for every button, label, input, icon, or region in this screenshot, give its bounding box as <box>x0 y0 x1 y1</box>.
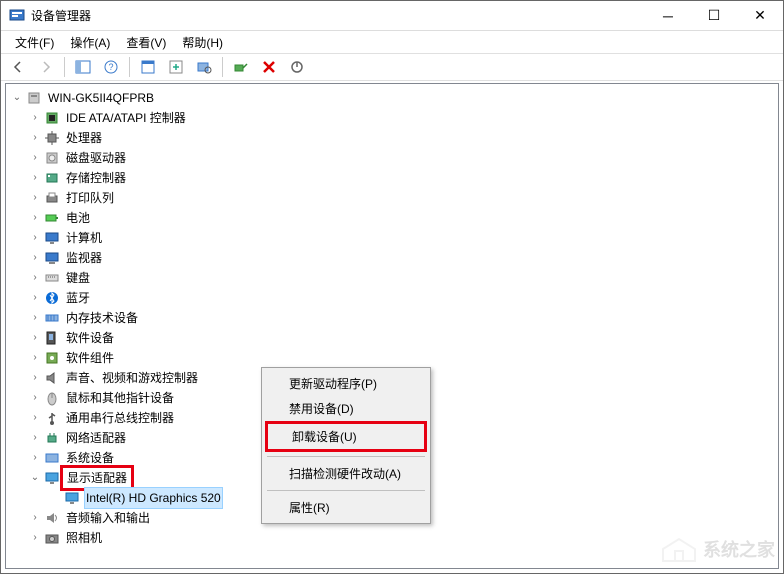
menu-bar: 文件(F) 操作(A) 查看(V) 帮助(H) <box>1 31 783 53</box>
tree-node-label: 软件设备 <box>64 327 116 349</box>
display-icon <box>44 470 60 486</box>
context-uninstall-device[interactable]: 卸载设备(U) <box>265 421 427 452</box>
uninstall-device-button[interactable] <box>257 55 281 79</box>
tree-node-label: 通用串行总线控制器 <box>64 407 176 429</box>
tree-node[interactable]: ›IDE ATA/ATAPI 控制器 <box>6 108 778 128</box>
tree-node-label: 监视器 <box>64 247 104 269</box>
tree-node[interactable]: ›软件设备 <box>6 328 778 348</box>
tree-node[interactable]: ›软件组件 <box>6 348 778 368</box>
chip-icon <box>44 110 60 126</box>
usb-icon <box>44 410 60 426</box>
menu-view[interactable]: 查看(V) <box>118 32 174 53</box>
tree-node-label: 键盘 <box>64 267 92 289</box>
tree-node-label: IDE ATA/ATAPI 控制器 <box>64 107 188 129</box>
tree-node[interactable]: ›磁盘驱动器 <box>6 148 778 168</box>
computer-icon <box>44 230 60 246</box>
memory-icon <box>44 310 60 326</box>
software-icon <box>44 330 60 346</box>
back-button[interactable] <box>6 55 30 79</box>
tree-node-label: 网络适配器 <box>64 427 128 449</box>
bluetooth-icon <box>44 290 60 306</box>
tree-node-label: 计算机 <box>64 227 104 249</box>
tree-child-label: Intel(R) HD Graphics 520 <box>84 487 223 509</box>
app-icon <box>9 8 25 24</box>
tree-root[interactable]: ⌄WIN-GK5II4QFPRB <box>6 88 778 108</box>
tree-node[interactable]: ›处理器 <box>6 128 778 148</box>
tree-node[interactable]: ›电池 <box>6 208 778 228</box>
storage-icon <box>44 170 60 186</box>
system-icon <box>44 450 60 466</box>
context-properties[interactable]: 属性(R) <box>265 495 427 520</box>
tree-node-label: 存储控制器 <box>64 167 128 189</box>
menu-help[interactable]: 帮助(H) <box>174 32 231 53</box>
context-menu: 更新驱动程序(P) 禁用设备(D) 卸载设备(U) 扫描检测硬件改动(A) 属性… <box>261 367 431 524</box>
computer-icon <box>26 90 42 106</box>
network-icon <box>44 430 60 446</box>
sound-icon <box>44 370 60 386</box>
context-disable-device[interactable]: 禁用设备(D) <box>265 396 427 421</box>
tree-node-label: 蓝牙 <box>64 287 92 309</box>
keyboard-icon <box>44 270 60 286</box>
tree-node[interactable]: ›存储控制器 <box>6 168 778 188</box>
printer-icon <box>44 190 60 206</box>
tree-node[interactable]: ›内存技术设备 <box>6 308 778 328</box>
tree-node[interactable]: ›键盘 <box>6 268 778 288</box>
update-driver-button[interactable] <box>164 55 188 79</box>
title-bar: 设备管理器 ─ ☐ ✕ <box>1 1 783 31</box>
window-controls: ─ ☐ ✕ <box>645 1 783 31</box>
mouse-icon <box>44 390 60 406</box>
disable-device-button[interactable] <box>285 55 309 79</box>
disk-icon <box>44 150 60 166</box>
menu-action[interactable]: 操作(A) <box>62 32 118 53</box>
context-update-driver[interactable]: 更新驱动程序(P) <box>265 371 427 396</box>
battery-icon <box>44 210 60 226</box>
tree-node-label: 处理器 <box>64 127 104 149</box>
show-hide-tree-button[interactable] <box>71 55 95 79</box>
context-scan-hardware[interactable]: 扫描检测硬件改动(A) <box>265 461 427 486</box>
tree-node-label: 鼠标和其他指针设备 <box>64 387 176 409</box>
tree-node[interactable]: ›监视器 <box>6 248 778 268</box>
maximize-button[interactable]: ☐ <box>691 1 737 31</box>
context-separator <box>267 490 425 491</box>
camera-icon <box>44 530 60 546</box>
cpu-icon <box>44 130 60 146</box>
monitor-icon <box>44 250 60 266</box>
svg-text:?: ? <box>108 62 113 72</box>
enable-device-button[interactable] <box>229 55 253 79</box>
tree-node-label: 内存技术设备 <box>64 307 140 329</box>
close-button[interactable]: ✕ <box>737 1 783 31</box>
tree-node-label: 软件组件 <box>64 347 116 369</box>
watermark: 系统之家 <box>661 535 775 563</box>
window-title: 设备管理器 <box>31 7 645 24</box>
tree-node-label: 打印队列 <box>64 187 116 209</box>
watermark-text: 系统之家 <box>703 536 775 562</box>
tree-root-label: WIN-GK5II4QFPRB <box>46 87 156 109</box>
tree-node[interactable]: ›蓝牙 <box>6 288 778 308</box>
tree-node-label: 磁盘驱动器 <box>64 147 128 169</box>
tree-node-label: 声音、视频和游戏控制器 <box>64 367 200 389</box>
tree-node[interactable]: ›打印队列 <box>6 188 778 208</box>
properties-button[interactable] <box>136 55 160 79</box>
minimize-button[interactable]: ─ <box>645 1 691 31</box>
tree-node-label: 电池 <box>64 207 92 229</box>
tree-node-label: 照相机 <box>64 527 104 549</box>
forward-button[interactable] <box>34 55 58 79</box>
help-button[interactable]: ? <box>99 55 123 79</box>
display-icon <box>64 490 80 506</box>
tree-node[interactable]: ›计算机 <box>6 228 778 248</box>
audio-icon <box>44 510 60 526</box>
toolbar: ? <box>1 53 783 81</box>
component-icon <box>44 350 60 366</box>
scan-hardware-button[interactable] <box>192 55 216 79</box>
tree-node-label: 音频输入和输出 <box>64 507 152 529</box>
menu-file[interactable]: 文件(F) <box>7 32 62 53</box>
context-separator <box>267 456 425 457</box>
